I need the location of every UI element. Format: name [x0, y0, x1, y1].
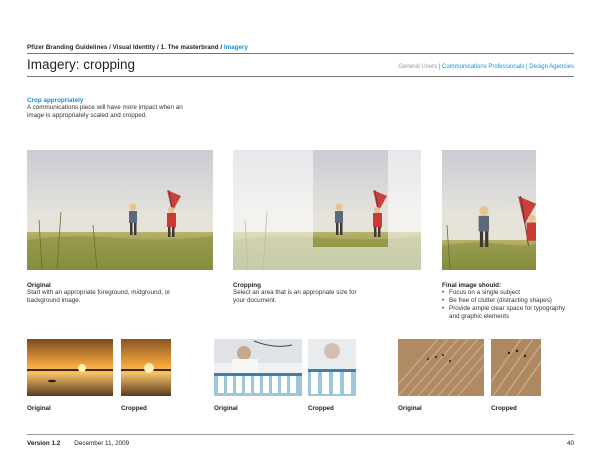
- pair1-cropped-label: Cropped: [121, 405, 147, 412]
- lab-photo-svg: [214, 339, 302, 396]
- intro-text: A communications piece will have more im…: [27, 104, 183, 119]
- audience-design[interactable]: Design Agencies: [529, 64, 574, 70]
- pair2-original-image: [214, 339, 302, 396]
- cropping-caption-body: Select an area that is an appropriate si…: [233, 289, 357, 304]
- footer-date: December 11, 2009: [74, 440, 130, 447]
- final-caption: Final image should: Focus on a single su…: [442, 282, 574, 321]
- breadcrumb-current[interactable]: Imagery: [224, 44, 248, 51]
- audience-general[interactable]: General Users: [398, 64, 437, 70]
- pair1-original-label: Original: [27, 405, 51, 412]
- pair1-original-image: [27, 339, 113, 396]
- cropping-caption-title: Cropping: [233, 282, 261, 289]
- header-bottom-rule: [27, 76, 574, 77]
- original-image: [27, 150, 213, 270]
- audience-comms[interactable]: Communications Professionals: [442, 64, 524, 70]
- field-cropped-svg: [491, 339, 541, 396]
- original-caption: Original Start with an appropriate foreg…: [27, 282, 177, 305]
- page-number: 40: [566, 440, 574, 447]
- final-caption-title: Final image should:: [442, 282, 502, 289]
- version-label: Version 1.2: [27, 440, 61, 447]
- pair3-cropped-image: [491, 339, 541, 396]
- final-image: [442, 150, 536, 270]
- pair3-original-image: [398, 339, 484, 396]
- original-caption-title: Original: [27, 282, 51, 289]
- final-rule-item: Focus on a single subject: [442, 289, 574, 297]
- footer-rule: [27, 434, 574, 435]
- pair3-original-label: Original: [398, 405, 422, 412]
- pair2-cropped-label: Cropped: [308, 405, 334, 412]
- section-heading: Crop appropriately: [27, 97, 84, 104]
- sunset-cropped-svg: [121, 339, 171, 396]
- final-rule-item: Provide ample clear space for typography…: [442, 305, 574, 321]
- final-rule-item: Be free of clutter (distracting shapes): [442, 297, 574, 305]
- lab-cropped-svg: [308, 339, 356, 396]
- breadcrumb-path: Pfizer Branding Guidelines / Visual Iden…: [27, 44, 224, 51]
- pair3-cropped-label: Cropped: [491, 405, 517, 412]
- pair1-cropped-image: [121, 339, 171, 396]
- footer-version: Version 1.2 December 11, 2009: [27, 440, 129, 447]
- cropping-image: [233, 150, 421, 270]
- pair2-cropped-image: [308, 339, 356, 396]
- field-photo-svg: [398, 339, 484, 396]
- sunset-photo-svg: [27, 339, 113, 396]
- final-rules-list: Focus on a single subject Be free of clu…: [442, 289, 574, 321]
- breadcrumb: Pfizer Branding Guidelines / Visual Iden…: [27, 44, 248, 51]
- final-photo-svg: [442, 150, 536, 270]
- page-title: Imagery: cropping: [27, 57, 136, 72]
- cropping-caption: Cropping Select an area that is an appro…: [233, 282, 363, 305]
- pair2-original-label: Original: [214, 405, 238, 412]
- header-top-rule: [27, 53, 574, 54]
- audience-nav: General Users | Communications Professio…: [398, 64, 574, 70]
- original-photo-svg: [27, 150, 213, 270]
- cropping-photo-svg: [233, 150, 421, 270]
- original-caption-body: Start with an appropriate foreground, mi…: [27, 289, 171, 304]
